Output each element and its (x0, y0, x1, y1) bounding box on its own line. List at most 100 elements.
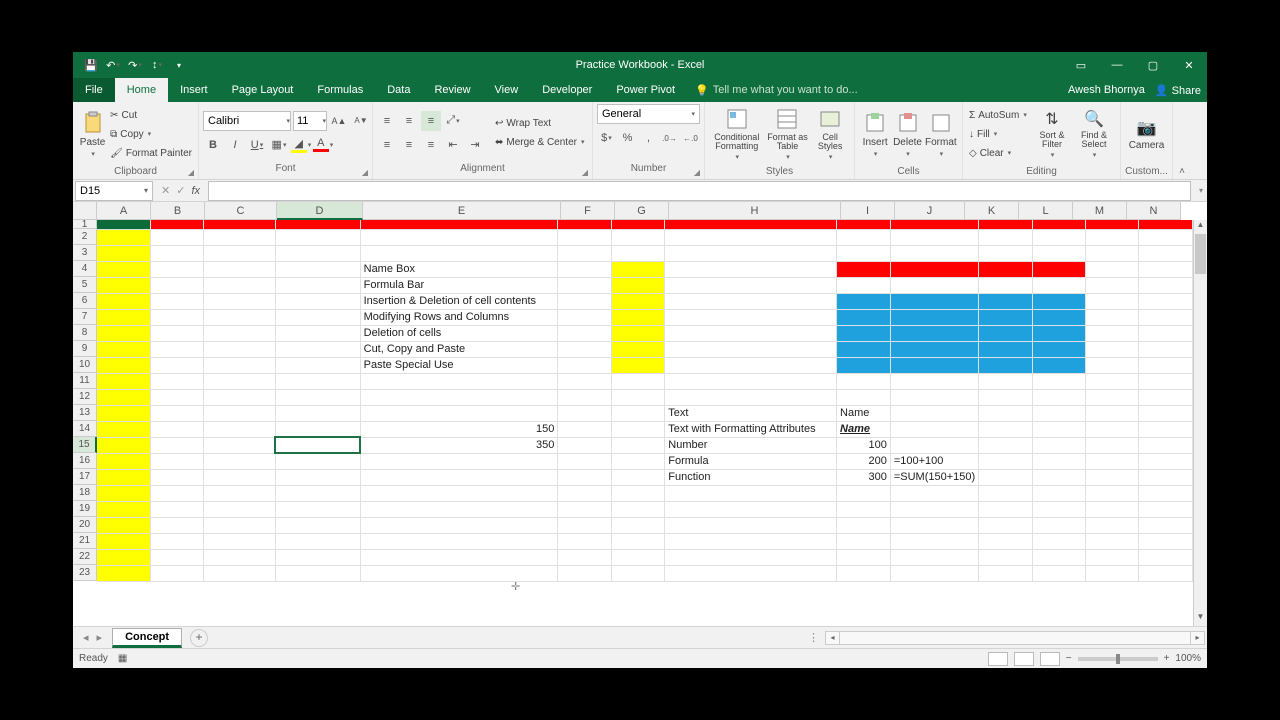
cell-D12[interactable] (275, 389, 360, 405)
cell-M18[interactable] (1086, 485, 1139, 501)
cell-C1[interactable] (204, 220, 275, 229)
row-header-6[interactable]: 6 (73, 293, 97, 309)
cell-M13[interactable] (1086, 405, 1139, 421)
cell-E16[interactable] (360, 453, 558, 469)
cell-L4[interactable] (1032, 261, 1085, 277)
cell-B16[interactable] (150, 453, 203, 469)
cell-A5[interactable] (97, 277, 150, 293)
cell-E3[interactable] (360, 245, 558, 261)
cell-M12[interactable] (1086, 389, 1139, 405)
formula-bar-input[interactable] (208, 181, 1191, 201)
tab-page-layout[interactable]: Page Layout (220, 78, 306, 102)
cell-area[interactable]: Name BoxFormula BarInsertion & Deletion … (97, 220, 1193, 626)
cell-B15[interactable] (150, 437, 203, 453)
cell-H12[interactable] (665, 389, 837, 405)
column-header-D[interactable]: D (277, 202, 363, 220)
font-launcher-icon[interactable]: ◢ (362, 168, 368, 177)
cell-H22[interactable] (665, 549, 837, 565)
cell-K9[interactable] (979, 341, 1032, 357)
sort-filter-button[interactable]: ⇅ Sort & Filter▾ (1031, 104, 1073, 164)
cell-M22[interactable] (1086, 549, 1139, 565)
cell-K6[interactable] (979, 293, 1032, 309)
cell-G21[interactable] (611, 533, 664, 549)
column-header-I[interactable]: I (841, 202, 895, 220)
cell-N21[interactable] (1139, 533, 1193, 549)
cell-F7[interactable] (558, 309, 611, 325)
cell-H8[interactable] (665, 325, 837, 341)
cell-F17[interactable] (558, 469, 611, 485)
cell-H5[interactable] (665, 277, 837, 293)
zoom-out-button[interactable]: − (1066, 653, 1072, 664)
cell-I8[interactable] (837, 325, 891, 341)
cell-B8[interactable] (150, 325, 203, 341)
align-right-icon[interactable]: ≡ (421, 135, 441, 155)
cell-E6[interactable]: Insertion & Deletion of cell contents (360, 293, 558, 309)
column-header-J[interactable]: J (895, 202, 965, 220)
maximize-icon[interactable]: ▢ (1135, 52, 1171, 78)
cell-B21[interactable] (150, 533, 203, 549)
cell-N11[interactable] (1139, 373, 1193, 389)
cell-H16[interactable]: Formula (665, 453, 837, 469)
cell-J15[interactable] (890, 437, 978, 453)
cell-E5[interactable]: Formula Bar (360, 277, 558, 293)
cell-C13[interactable] (204, 405, 275, 421)
cell-I10[interactable] (837, 357, 891, 373)
cell-D5[interactable] (275, 277, 360, 293)
cell-E2[interactable] (360, 229, 558, 245)
scroll-up-icon[interactable]: ▲ (1194, 220, 1207, 234)
column-header-M[interactable]: M (1073, 202, 1127, 220)
column-header-L[interactable]: L (1019, 202, 1073, 220)
cell-F21[interactable] (558, 533, 611, 549)
cell-G23[interactable] (611, 565, 664, 581)
cell-N5[interactable] (1139, 277, 1193, 293)
cell-C23[interactable] (204, 565, 275, 581)
cell-D15[interactable] (275, 437, 360, 453)
cell-H1[interactable] (665, 220, 837, 229)
cell-D18[interactable] (275, 485, 360, 501)
cell-D20[interactable] (275, 517, 360, 533)
cell-L6[interactable] (1032, 293, 1085, 309)
align-center-icon[interactable]: ≡ (399, 135, 419, 155)
cell-B19[interactable] (150, 501, 203, 517)
cell-C7[interactable] (204, 309, 275, 325)
cell-N4[interactable] (1139, 261, 1193, 277)
row-header-16[interactable]: 16 (73, 453, 97, 469)
cell-J6[interactable] (890, 293, 978, 309)
cell-I16[interactable]: 200 (837, 453, 891, 469)
cell-K4[interactable] (979, 261, 1032, 277)
cell-K15[interactable] (979, 437, 1032, 453)
cell-N10[interactable] (1139, 357, 1193, 373)
column-header-B[interactable]: B (151, 202, 205, 220)
row-header-13[interactable]: 13 (73, 405, 97, 421)
comma-format-icon[interactable]: , (639, 128, 658, 148)
scroll-right-icon[interactable]: ▸ (1190, 632, 1204, 644)
cell-G7[interactable] (611, 309, 664, 325)
cell-N8[interactable] (1139, 325, 1193, 341)
cell-K1[interactable] (979, 220, 1032, 229)
cell-N19[interactable] (1139, 501, 1193, 517)
row-header-14[interactable]: 14 (73, 421, 97, 437)
cell-A19[interactable] (97, 501, 150, 517)
cell-H17[interactable]: Function (665, 469, 837, 485)
cell-A11[interactable] (97, 373, 150, 389)
cell-E9[interactable]: Cut, Copy and Paste (360, 341, 558, 357)
cell-I13[interactable]: Name (837, 405, 891, 421)
cell-D22[interactable] (275, 549, 360, 565)
cell-F11[interactable] (558, 373, 611, 389)
cell-N22[interactable] (1139, 549, 1193, 565)
cut-button[interactable]: ✂Cut (108, 106, 194, 124)
cell-H11[interactable] (665, 373, 837, 389)
cell-N16[interactable] (1139, 453, 1193, 469)
scroll-left-icon[interactable]: ◂ (826, 632, 840, 644)
cell-F9[interactable] (558, 341, 611, 357)
add-sheet-button[interactable]: + (190, 629, 208, 647)
cell-H20[interactable] (665, 517, 837, 533)
cell-C10[interactable] (204, 357, 275, 373)
cell-L15[interactable] (1032, 437, 1085, 453)
cell-J14[interactable] (890, 421, 978, 437)
cell-H15[interactable]: Number (665, 437, 837, 453)
cell-A15[interactable] (97, 437, 150, 453)
cell-F14[interactable] (558, 421, 611, 437)
normal-view-button[interactable] (988, 652, 1008, 666)
cell-E1[interactable] (360, 220, 558, 229)
